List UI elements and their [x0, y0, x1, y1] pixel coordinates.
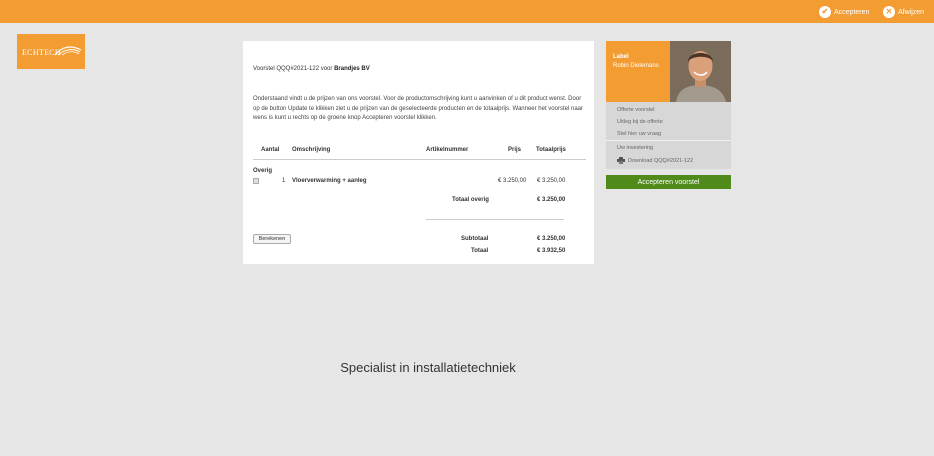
check-icon: ✔ — [819, 6, 831, 18]
menu-item-investment[interactable]: Uw investering — [617, 145, 653, 151]
line-total: € 3.250,00 — [537, 178, 566, 184]
printer-icon — [617, 157, 625, 164]
proposal-number: Voorstel QQQ#2021-122 voor — [253, 66, 333, 72]
reject-label: Afwijzen — [898, 8, 925, 16]
accept-label: Accepteren — [834, 8, 870, 16]
accept-proposal-button[interactable]: Accepteren voorstel — [606, 175, 731, 189]
proposal-panel: Voorstel QQQ#2021-122 voor Brandjes BV O… — [243, 41, 594, 264]
proposal-description: Onderstaand vindt u de prijzen van ons v… — [253, 96, 583, 122]
download-label: Download QQQ#2021-122 — [628, 157, 694, 164]
menu-item-explanation[interactable]: Uitleg bij de offerte — [617, 119, 663, 125]
summary-divider — [426, 219, 564, 220]
header-qty: Aantal — [261, 147, 280, 153]
contact-card: Label Robin Dielemans — [606, 41, 731, 102]
total-label: Totaal — [471, 248, 489, 254]
contact-name: Robin Dielemans — [613, 63, 659, 69]
reject-button[interactable]: ✕ Afwijzen — [883, 5, 924, 19]
header-description: Omschrijving — [292, 147, 331, 153]
close-icon: ✕ — [883, 6, 895, 18]
subtotal-value: € 3.250,00 — [537, 236, 566, 242]
company-logo: ECHTECH — [17, 34, 85, 69]
table-divider — [253, 159, 586, 160]
line-qty: 1 — [282, 178, 286, 184]
client-name: Brandjes BV — [334, 66, 370, 72]
download-link[interactable]: Download QQQ#2021-122 — [617, 157, 693, 164]
calculate-button[interactable]: Berekenen — [253, 234, 291, 244]
proposal-intro: Voorstel QQQ#2021-122 voor Brandjes BV — [253, 66, 370, 72]
header-total: Totaalprijs — [536, 147, 566, 153]
group-total-value: € 3.250,00 — [537, 197, 566, 203]
logo-swoosh-icon — [54, 46, 82, 56]
footer-tagline: Specialist in installatietechniek — [340, 360, 516, 375]
sidebar-menu: Offerte voorstel Uitleg bij de offerte S… — [606, 102, 731, 169]
contact-label: Label — [613, 54, 629, 60]
line-description: Vloerverwarming + aanleg — [292, 178, 367, 184]
header-article: Artikelnummer — [426, 147, 469, 153]
menu-item-proposal[interactable]: Offerte voorstel — [617, 107, 655, 113]
menu-item-question[interactable]: Stel hier uw vraag — [617, 131, 661, 137]
group-title: Overig — [253, 168, 273, 174]
accept-button[interactable]: ✔ Accepteren — [819, 5, 869, 19]
product-checkbox[interactable] — [253, 178, 259, 184]
total-value: € 3.932,50 — [537, 248, 566, 254]
group-total-label: Totaal overig — [452, 197, 489, 203]
menu-divider — [606, 140, 731, 141]
avatar — [670, 41, 731, 102]
line-price: € 3.250,00 — [498, 178, 527, 184]
subtotal-label: Subtotaal — [461, 236, 489, 242]
top-bar: ✔ Accepteren ✕ Afwijzen — [0, 0, 934, 23]
header-price: Prijs — [508, 147, 522, 153]
